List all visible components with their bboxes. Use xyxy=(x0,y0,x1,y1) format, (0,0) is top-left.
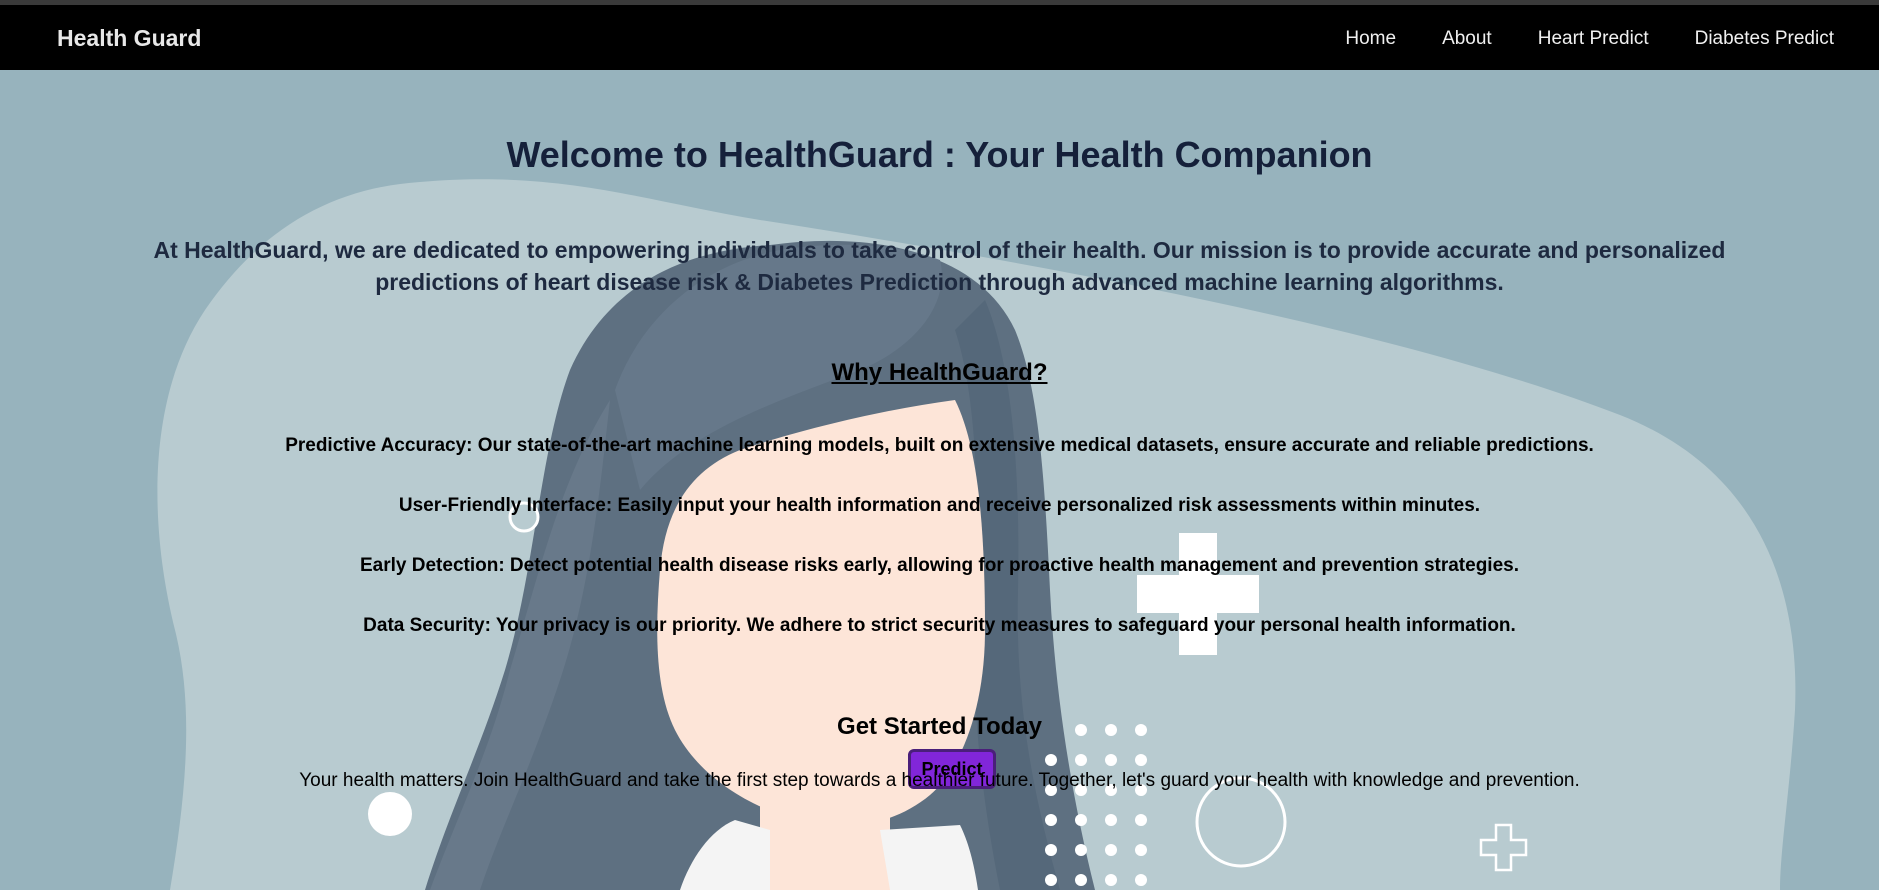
nav-link-heart-predict[interactable]: Heart Predict xyxy=(1538,28,1649,50)
decorative-dot xyxy=(1135,814,1147,826)
decorative-dot xyxy=(1105,874,1117,886)
decorative-dot xyxy=(1045,844,1057,856)
decorative-dot xyxy=(1045,814,1057,826)
get-started-text: Your health matters. Join HealthGuard an… xyxy=(299,770,1580,791)
feature-early-detection: Early Detection: Detect potential health… xyxy=(360,555,1519,576)
page-title: Welcome to HealthGuard : Your Health Com… xyxy=(506,134,1373,175)
decorative-dot xyxy=(1135,844,1147,856)
decorative-dot xyxy=(1075,844,1087,856)
decorative-dot xyxy=(1135,874,1147,886)
navbar: Health Guard Home About Heart Predict Di… xyxy=(0,5,1879,70)
get-started-heading: Get Started Today xyxy=(837,713,1042,740)
mission-text: At HealthGuard, we are dedicated to empo… xyxy=(153,237,1726,295)
decorative-dot xyxy=(1045,754,1057,766)
decorative-dot xyxy=(1105,844,1117,856)
brand-logo[interactable]: Health Guard xyxy=(57,25,201,52)
decorative-dot xyxy=(1045,874,1057,886)
feature-predictive-accuracy: Predictive Accuracy: Our state-of-the-ar… xyxy=(285,435,1594,456)
feature-user-friendly: User-Friendly Interface: Easily input yo… xyxy=(398,495,1481,516)
decorative-circle-filled xyxy=(368,792,412,836)
decorative-dot xyxy=(1105,754,1117,766)
nav-link-about[interactable]: About xyxy=(1442,28,1492,50)
nav-link-home[interactable]: Home xyxy=(1345,28,1396,50)
nav-links: Home About Heart Predict Diabetes Predic… xyxy=(1345,28,1834,50)
illustration-neck xyxy=(760,800,890,890)
decorative-dot xyxy=(1105,814,1117,826)
decorative-dot xyxy=(1075,814,1087,826)
decorative-dot xyxy=(1135,754,1147,766)
illustration-collar xyxy=(880,825,978,890)
decorative-dot xyxy=(1075,754,1087,766)
why-heading: Why HealthGuard? xyxy=(831,359,1048,386)
nav-link-diabetes-predict[interactable]: Diabetes Predict xyxy=(1695,28,1834,50)
decorative-dot xyxy=(1075,874,1087,886)
feature-data-security: Data Security: Your privacy is our prior… xyxy=(363,615,1516,636)
